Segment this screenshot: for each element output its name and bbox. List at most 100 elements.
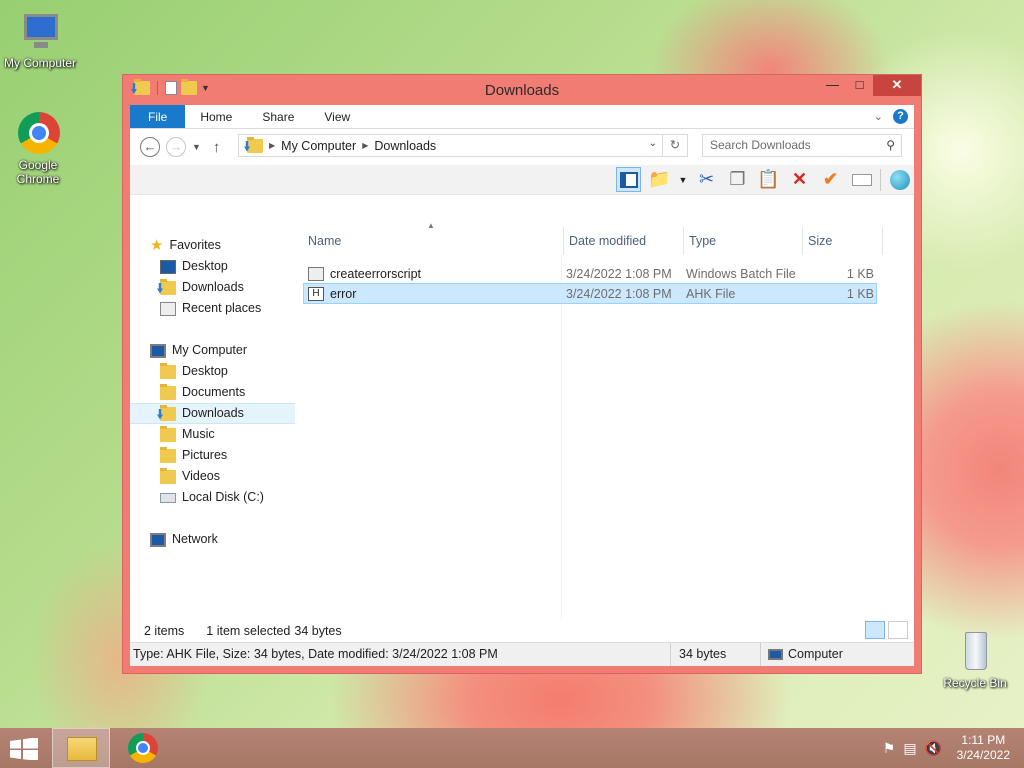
clock-date: 3/24/2022: [956, 748, 1010, 762]
volume-muted-icon[interactable]: 🔇: [925, 740, 942, 757]
back-button[interactable]: ←: [140, 137, 160, 157]
search-placeholder: Search Downloads: [710, 138, 811, 152]
taskbar: ⚑ ▤ 🔇 1:11 PM 3/24/2022: [0, 728, 1024, 768]
desktop-icon-recycle-bin[interactable]: Recycle Bin: [935, 630, 1015, 690]
up-button[interactable]: ↑: [213, 139, 221, 156]
table-row[interactable]: H error 3/24/2022 1:08 PM AHK File 1 KB: [303, 283, 877, 304]
column-name[interactable]: Name: [303, 227, 564, 255]
chrome-icon: [128, 733, 158, 763]
recent-places-icon: [160, 301, 176, 316]
details-location: Computer: [788, 647, 843, 661]
breadcrumb-downloads[interactable]: Downloads: [374, 139, 436, 153]
details-bar: Type: AHK File, Size: 34 bytes, Date mod…: [130, 642, 914, 666]
selection-size: 34 bytes: [294, 623, 342, 638]
search-icon[interactable]: ⚲: [886, 135, 895, 156]
address-dropdown-icon[interactable]: ⌄: [649, 138, 657, 149]
tab-view[interactable]: View: [309, 105, 365, 128]
rename-field-icon[interactable]: [849, 167, 874, 192]
tab-home[interactable]: Home: [185, 105, 247, 128]
table-row[interactable]: createerrorscript 3/24/2022 1:08 PM Wind…: [303, 263, 877, 284]
breadcrumb-separator-icon[interactable]: ▶: [269, 141, 275, 150]
breadcrumb-my-computer[interactable]: My Computer: [281, 139, 356, 153]
properties-folder-icon[interactable]: 📁: [647, 167, 672, 192]
music-folder-icon: [160, 425, 176, 442]
taskbar-chrome[interactable]: [114, 728, 172, 768]
computer-icon: [768, 649, 783, 660]
sidebar-my-computer[interactable]: My Computer: [130, 340, 295, 361]
details-size: 34 bytes: [679, 647, 727, 661]
sidebar-item-recent-places[interactable]: Recent places: [130, 298, 295, 319]
sidebar-item-videos[interactable]: Videos: [130, 466, 295, 487]
sidebar-favorites[interactable]: ★ Favorites: [130, 235, 295, 256]
desktop-icon-label: Google Chrome: [16, 158, 60, 186]
tab-file[interactable]: File: [130, 105, 186, 128]
window-title: Downloads: [484, 82, 560, 99]
downloads-folder-icon: [160, 278, 176, 295]
details-text: Type: AHK File, Size: 34 bytes, Date mod…: [133, 647, 498, 661]
title-bar[interactable]: ▼ Downloads — □ ✕: [123, 75, 921, 105]
file-list: Name Date modified Type Size ▲ createerr…: [303, 221, 914, 635]
preview-pane-icon[interactable]: [616, 167, 641, 192]
sidebar-item-desktop[interactable]: Desktop: [130, 256, 295, 277]
sidebar-network[interactable]: Network: [130, 529, 295, 550]
drive-icon: [160, 492, 176, 503]
copy-icon[interactable]: ❐: [725, 167, 750, 192]
rename-check-icon[interactable]: ✔: [818, 167, 843, 192]
help-icon[interactable]: ?: [893, 109, 908, 124]
recent-locations-icon[interactable]: ▼: [192, 142, 201, 152]
network-status-icon[interactable]: ▤: [903, 740, 916, 757]
address-bar[interactable]: ▶ My Computer ▶ Downloads ⌄ ↻: [238, 134, 688, 157]
computer-icon: [18, 10, 62, 54]
item-count: 2 items: [144, 623, 185, 638]
pictures-folder-icon: [160, 446, 176, 463]
sort-ascending-icon: ▲: [427, 221, 435, 230]
network-icon: [150, 532, 166, 547]
sidebar-item-pictures[interactable]: Pictures: [130, 445, 295, 466]
desktop-icon-google-chrome[interactable]: Google Chrome: [0, 112, 78, 186]
divider: [760, 643, 761, 666]
column-date-modified[interactable]: Date modified: [564, 227, 684, 255]
globe-icon[interactable]: [887, 167, 912, 192]
search-box[interactable]: Search Downloads ⚲: [702, 134, 902, 157]
details-view-button[interactable]: [865, 621, 885, 639]
windows-logo-icon: [10, 737, 38, 761]
minimize-button[interactable]: —: [819, 75, 846, 96]
breadcrumb-separator-icon[interactable]: ▶: [362, 141, 368, 150]
desktop-icon-label: My Computer: [3, 56, 77, 70]
action-center-flag-icon[interactable]: ⚑: [883, 740, 896, 757]
selection-count: 1 item selected: [206, 623, 291, 638]
sidebar-item-local-disk[interactable]: Local Disk (C:): [130, 487, 295, 508]
star-icon: ★: [150, 237, 164, 254]
maximize-button[interactable]: □: [846, 75, 873, 96]
forward-button[interactable]: →: [166, 137, 186, 157]
column-size[interactable]: Size: [803, 227, 883, 255]
sidebar-item-downloads[interactable]: Downloads: [130, 277, 295, 298]
sidebar-item-downloads[interactable]: Downloads: [130, 403, 295, 424]
divider: [880, 168, 881, 191]
expand-ribbon-icon[interactable]: ⌄: [874, 110, 883, 123]
large-icons-view-button[interactable]: [888, 621, 908, 639]
desktop-icon-label: Recycle Bin: [943, 676, 1007, 690]
refresh-button[interactable]: ↻: [662, 135, 687, 156]
desktop-icon-my-computer[interactable]: My Computer: [0, 10, 80, 70]
batch-file-icon: [308, 266, 324, 281]
paste-icon[interactable]: 📋: [756, 167, 781, 192]
sidebar-item-documents[interactable]: Documents: [130, 382, 295, 403]
taskbar-file-explorer[interactable]: [52, 728, 110, 768]
tab-share[interactable]: Share: [247, 105, 309, 128]
clock-time: 1:11 PM: [961, 733, 1006, 747]
cut-icon[interactable]: ✂: [694, 167, 719, 192]
sidebar-item-music[interactable]: Music: [130, 424, 295, 445]
column-type[interactable]: Type: [684, 227, 803, 255]
documents-folder-icon: [160, 383, 176, 400]
clock[interactable]: 1:11 PM 3/24/2022: [957, 733, 1010, 763]
delete-icon[interactable]: ✕: [787, 167, 812, 192]
file-explorer-icon: [67, 737, 97, 761]
chevron-down-icon[interactable]: ▼: [678, 167, 688, 192]
sidebar-item-desktop[interactable]: Desktop: [130, 361, 295, 382]
desktop-folder-icon: [160, 362, 176, 379]
recycle-bin-icon: [953, 630, 997, 674]
close-button[interactable]: ✕: [873, 75, 921, 96]
address-row: ← → ▼ ↑ ▶ My Computer ▶ Downloads ⌄ ↻ Se…: [130, 129, 914, 165]
start-button[interactable]: [10, 737, 38, 761]
